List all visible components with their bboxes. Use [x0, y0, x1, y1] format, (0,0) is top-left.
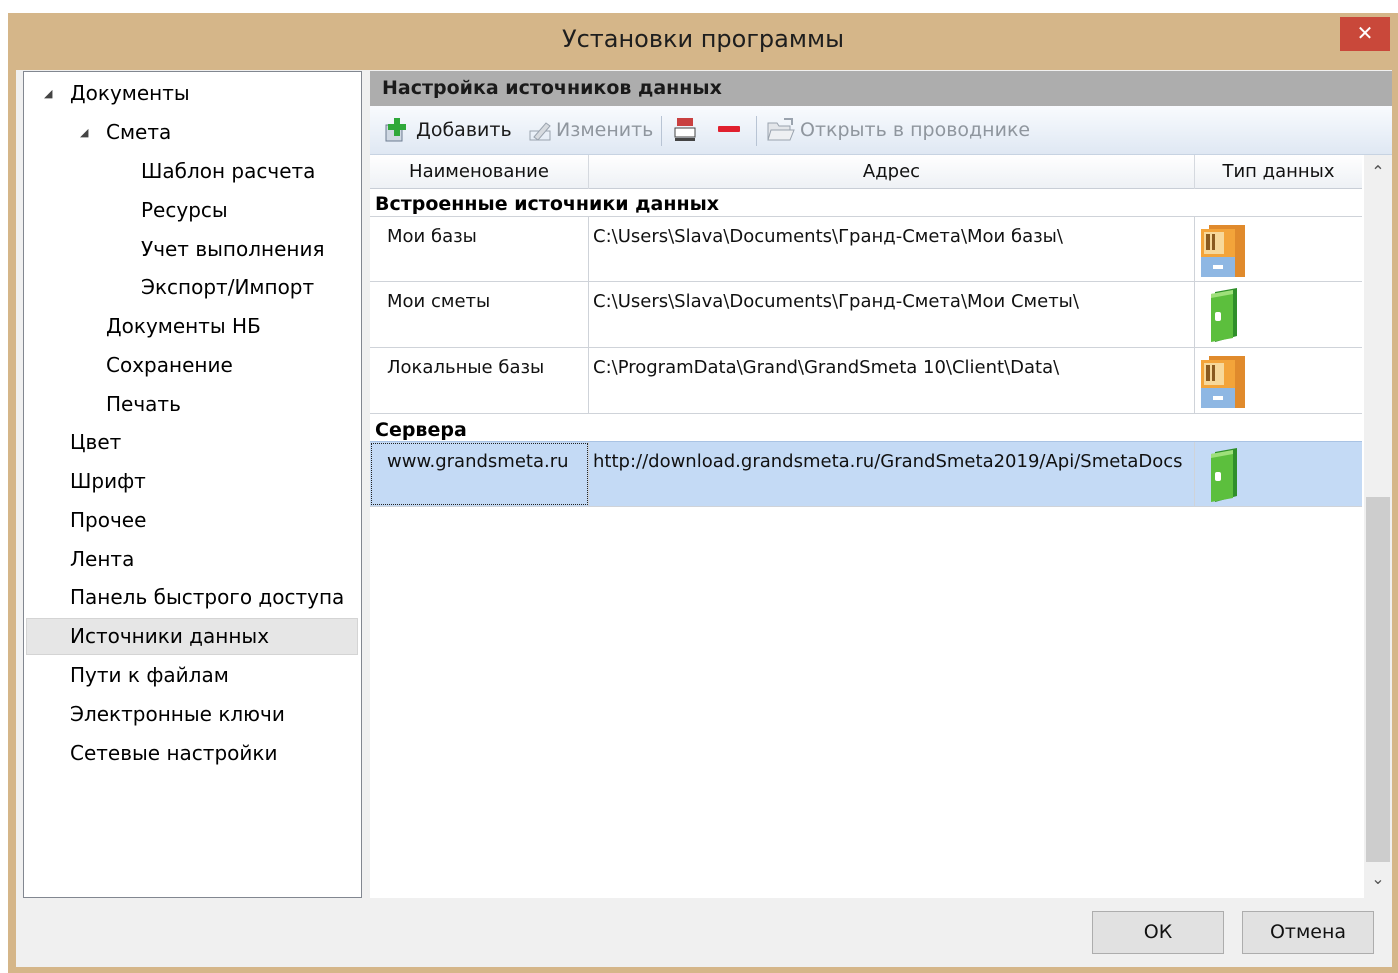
toolbar: Добавить Изменить Открыть в проводнике — [370, 106, 1392, 155]
folder-open-icon — [767, 118, 795, 141]
settings-tree[interactable]: ◢ Документы ◢ Смета Шаблон расчета Ресур… — [23, 71, 362, 898]
column-header-address[interactable]: Адрес — [589, 155, 1195, 189]
cell-name: www.grandsmeta.ru — [370, 442, 589, 507]
add-button-label: Добавить — [416, 119, 512, 141]
table-row[interactable]: Локальные базы C:\ProgramData\Grand\Gran… — [370, 348, 1362, 414]
tree-item-label: Документы — [70, 81, 190, 105]
add-button[interactable]: Добавить — [378, 112, 518, 148]
cell-type — [1195, 217, 1362, 282]
cell-name: Мои базы — [370, 217, 589, 282]
binder-icon — [1211, 288, 1237, 342]
table-row[interactable]: Мои базы C:\Users\Slava\Documents\Гранд-… — [370, 216, 1362, 282]
cell-address: C:\Users\Slava\Documents\Гранд-Смета\Мои… — [589, 217, 1195, 282]
cell-name: Мои сметы — [370, 282, 589, 347]
tree-item-execution[interactable]: Учет выполнения — [141, 232, 324, 267]
ok-button[interactable]: ОК — [1092, 911, 1224, 954]
toolbar-separator — [756, 116, 757, 146]
dialog-body: ◢ Документы ◢ Смета Шаблон расчета Ресур… — [16, 70, 1392, 967]
clear-button[interactable] — [668, 112, 702, 148]
tree-item-font[interactable]: Шрифт — [70, 464, 146, 499]
tree-item-ribbon[interactable]: Лента — [70, 542, 134, 577]
cell-type — [1195, 348, 1362, 413]
expand-arrow-icon[interactable]: ◢ — [80, 115, 88, 150]
scroll-thumb[interactable] — [1366, 497, 1390, 862]
cell-address: http://download.grandsmeta.ru/GrandSmeta… — [589, 442, 1195, 507]
cancel-button[interactable]: Отмена — [1242, 911, 1374, 954]
tree-item-other[interactable]: Прочее — [70, 503, 146, 538]
tree-item-resources[interactable]: Ресурсы — [141, 193, 228, 228]
table-row[interactable]: www.grandsmeta.ru http://download.grands… — [370, 441, 1362, 507]
grid-header: Наименование Адрес Тип данных — [370, 155, 1362, 189]
toolbar-separator — [661, 116, 662, 146]
tree-item-file-paths[interactable]: Пути к файлам — [70, 658, 229, 693]
data-sources-grid[interactable]: Наименование Адрес Тип данных Встроенные… — [370, 155, 1392, 898]
minus-icon — [718, 126, 740, 132]
group-header-builtin: Встроенные источники данных — [375, 193, 720, 215]
cell-address: C:\ProgramData\Grand\GrandSmeta 10\Clien… — [589, 348, 1195, 413]
table-row[interactable]: Мои сметы C:\Users\Slava\Documents\Гранд… — [370, 282, 1362, 348]
cell-address: C:\Users\Slava\Documents\Гранд-Смета\Мои… — [589, 282, 1195, 347]
close-button[interactable]: ✕ — [1340, 17, 1390, 51]
tree-item-electronic-keys[interactable]: Электронные ключи — [70, 697, 285, 732]
panel-title: Настройка источников данных — [382, 77, 722, 99]
tree-item-quick-access[interactable]: Панель быстрого доступа — [70, 580, 344, 615]
cabinet-icon — [1201, 225, 1245, 277]
tree-item-export-import[interactable]: Экспорт/Импорт — [141, 270, 314, 305]
edit-pencil-icon — [529, 122, 551, 141]
cell-name: Локальные базы — [370, 348, 589, 413]
close-icon: ✕ — [1356, 21, 1374, 45]
tree-item-network[interactable]: Сетевые настройки — [70, 736, 277, 771]
open-in-explorer-label: Открыть в проводнике — [800, 119, 1031, 141]
edit-button[interactable]: Изменить — [524, 112, 654, 148]
tree-item-template[interactable]: Шаблон расчета — [141, 154, 315, 189]
cell-type — [1195, 282, 1362, 347]
binder-icon — [1211, 448, 1237, 502]
tree-item-data-sources[interactable]: Источники данных — [70, 619, 269, 654]
group-header-servers: Сервера — [375, 419, 467, 441]
tree-item-saving[interactable]: Сохранение — [106, 348, 233, 383]
panel-header: Настройка источников данных — [370, 71, 1392, 106]
column-header-name[interactable]: Наименование — [370, 155, 589, 189]
cabinet-icon — [1201, 356, 1245, 408]
tree-item-printing[interactable]: Печать — [106, 387, 181, 422]
cell-type — [1195, 442, 1362, 507]
data-sources-panel: Настройка источников данных Добавить Изм… — [370, 71, 1392, 898]
eraser-icon — [674, 118, 696, 141]
settings-window: Установки программы ✕ ◢ Документы ◢ Смет… — [8, 13, 1398, 973]
title-bar[interactable]: Установки программы ✕ — [8, 13, 1398, 70]
window-title: Установки программы — [561, 25, 845, 53]
column-header-type[interactable]: Тип данных — [1195, 155, 1362, 189]
scroll-down-icon[interactable]: ⌄ — [1364, 862, 1392, 896]
tree-item-label: Смета — [106, 120, 172, 144]
expand-arrow-icon[interactable]: ◢ — [44, 76, 52, 111]
tree-item-color[interactable]: Цвет — [70, 425, 121, 460]
vertical-scrollbar[interactable]: ⌃ ⌄ — [1364, 155, 1392, 898]
scroll-up-icon[interactable]: ⌃ — [1364, 155, 1392, 189]
open-in-explorer-button[interactable]: Открыть в проводнике — [762, 112, 1032, 148]
remove-button[interactable] — [712, 112, 746, 148]
tree-item-documents-nb[interactable]: Документы НБ — [106, 309, 261, 344]
edit-button-label: Изменить — [556, 119, 654, 141]
add-icon — [385, 118, 406, 142]
